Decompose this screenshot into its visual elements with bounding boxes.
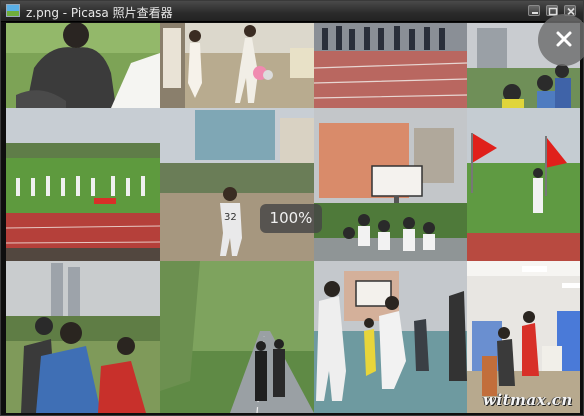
zoom-level-indicator: 100%	[260, 204, 322, 233]
photo-tile	[160, 261, 314, 413]
picasa-viewer-window: z.png - Picasa 照片查看器 32 100% witmax.cn	[0, 0, 584, 416]
photo-tile	[314, 108, 467, 261]
picasa-app-icon	[6, 4, 20, 17]
close-icon	[556, 31, 572, 47]
watermark: witmax.cn	[483, 391, 573, 409]
photo-tile	[314, 23, 467, 108]
close-viewer-button[interactable]	[538, 14, 584, 66]
photo-tile	[6, 261, 160, 413]
minimize-icon	[532, 12, 538, 14]
photo-tile	[6, 108, 160, 261]
window-title: z.png - Picasa 照片查看器	[26, 6, 173, 20]
minimize-button[interactable]	[528, 5, 540, 16]
photo-tile	[467, 108, 580, 261]
photo-tile	[6, 23, 160, 108]
svg-text:32: 32	[224, 212, 237, 223]
photo-tile: 32	[160, 108, 314, 261]
photo-tile	[160, 23, 314, 108]
photo-tile	[314, 261, 467, 413]
title-bar[interactable]: z.png - Picasa 照片查看器	[1, 1, 583, 22]
